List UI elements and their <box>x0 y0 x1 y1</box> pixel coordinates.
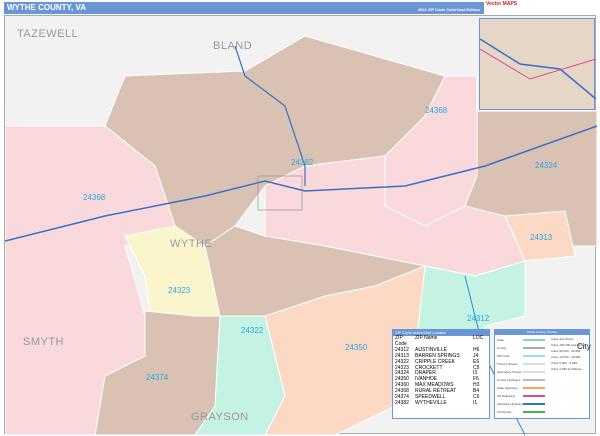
legend-city-item: Cities 5,000 - 9,999 <box>551 361 578 365</box>
map-legend: Wythe County, VA Map State County ZIP Code… <box>494 329 591 419</box>
legend-line-swatch <box>523 379 545 381</box>
zip-label: 24312 <box>467 314 490 323</box>
county-label-grayson: GRAYSON <box>191 411 249 423</box>
city-sample: City <box>577 342 591 351</box>
map-title: WYTHE COUNTY, VA <box>7 3 86 12</box>
zip-label: 24313 <box>530 233 553 242</box>
zip-label: 24368 <box>83 193 106 202</box>
county-label-tazewell: TAZEWELL <box>17 28 79 40</box>
zip-label: 24368 <box>425 106 448 115</box>
edition-label: 2022 ZIP Code ColorCast Edition <box>417 7 480 12</box>
zip-label: 24374 <box>146 373 169 382</box>
legend-item: US Highways <box>497 394 516 398</box>
cities-title: Cities and Towns <box>551 337 574 341</box>
county-label-bland: BLAND <box>213 40 253 52</box>
legend-item: ZIP Code <box>497 354 510 358</box>
legend-item: Interstate Highways <box>497 402 524 406</box>
legend-city-item: Cities 4,999 and Below <box>551 367 582 371</box>
legend-item: Secondary Streets <box>497 370 522 374</box>
index-cell: WYTHEVILLE <box>415 399 447 406</box>
legend-line-swatch <box>523 403 545 405</box>
county-label-smyth: SMYTH <box>23 336 64 348</box>
legend-city-item: Cities 50,000 - 99,999 <box>551 349 581 353</box>
legend-line-swatch <box>523 371 545 373</box>
legend-item: County <box>497 346 507 350</box>
index-row: 24382 WYTHEVILLE I1 <box>393 399 489 407</box>
header-bar: WYTHE COUNTY, VA 2022 ZIP Code ColorCast… <box>4 2 484 14</box>
zip-label: 24350 <box>345 343 368 352</box>
zip-label: 24322 <box>241 326 264 335</box>
county-label-wythe: WYTHE <box>170 238 213 250</box>
zip-label: 24323 <box>168 286 191 295</box>
publisher-logo: Vector MAPS <box>486 1 518 7</box>
zip-label: 24382 <box>291 158 314 167</box>
legend-line-swatch <box>523 347 545 349</box>
index-cell: 24382 <box>395 399 409 406</box>
legend-line-swatch <box>523 411 545 413</box>
legend-item: Primary Streets <box>497 362 518 366</box>
zip-label: 24324 <box>535 161 558 170</box>
legend-item: State <box>497 338 505 342</box>
legend-line-swatch <box>523 355 545 357</box>
legend-item: State Highways <box>497 386 518 390</box>
legend-item: Toll Roads <box>497 410 512 414</box>
legend-line-swatch <box>523 387 545 389</box>
legend-title: Wythe County, VA Map <box>495 330 589 335</box>
wytheville-inset-map <box>479 18 596 110</box>
legend-city-item: Cities 10,000 - 49,999 <box>551 355 581 359</box>
legend-line-swatch <box>523 339 545 341</box>
legend-line-swatch <box>523 363 545 365</box>
index-cell: I1 <box>473 399 478 406</box>
legend-line-swatch <box>523 395 545 397</box>
legend-item: County Highways <box>497 378 521 382</box>
zip-index-table: ZIP Code Index/Grid Locator ZIP Code ZIP … <box>392 329 490 419</box>
